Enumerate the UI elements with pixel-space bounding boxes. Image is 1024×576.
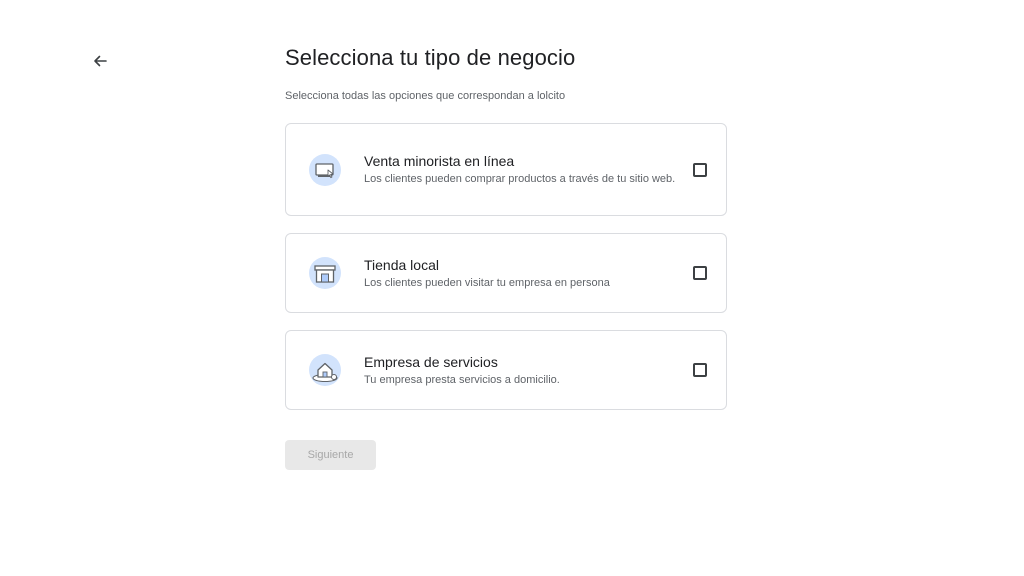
page-title: Selecciona tu tipo de negocio: [285, 45, 576, 70]
next-button[interactable]: Siguiente: [285, 440, 376, 470]
online-retail-icon: [308, 153, 342, 187]
option-description: Los clientes pueden comprar productos a …: [364, 173, 676, 185]
option-description: Los clientes pueden visitar tu empresa e…: [364, 276, 610, 289]
local-store-icon: [308, 256, 342, 290]
option-checkbox[interactable]: [693, 162, 707, 177]
option-checkbox[interactable]: [693, 266, 707, 280]
business-type-options: Venta minorista en línea Los clientes pu…: [285, 123, 727, 410]
option-text: Tienda local Los clientes pueden visitar…: [364, 256, 684, 291]
main-content: Selecciona tu tipo de negocio Selecciona…: [285, 44, 727, 410]
option-text: Empresa de servicios Tu empresa presta s…: [364, 353, 684, 388]
back-button[interactable]: [88, 51, 112, 75]
option-local-store[interactable]: Tienda local Los clientes pueden visitar…: [285, 233, 727, 313]
option-text: Venta minorista en línea Los clientes pu…: [364, 152, 684, 187]
option-title: Venta minorista en línea: [364, 153, 515, 169]
option-online-retail[interactable]: Venta minorista en línea Los clientes pu…: [285, 123, 727, 216]
option-title: Tienda local: [364, 256, 439, 273]
service-business-icon: [308, 353, 342, 387]
option-service-business[interactable]: Empresa de servicios Tu empresa presta s…: [285, 330, 727, 410]
business-type-page: Selecciona tu tipo de negocio Selecciona…: [0, 0, 1024, 576]
page-subtitle: Selecciona todas las opciones que corres…: [285, 90, 566, 102]
option-description: Tu empresa presta servicios a domicilio.: [364, 373, 560, 386]
option-title: Empresa de servicios: [364, 353, 498, 370]
option-checkbox[interactable]: [693, 363, 707, 377]
arrow-back-icon: [92, 53, 108, 74]
